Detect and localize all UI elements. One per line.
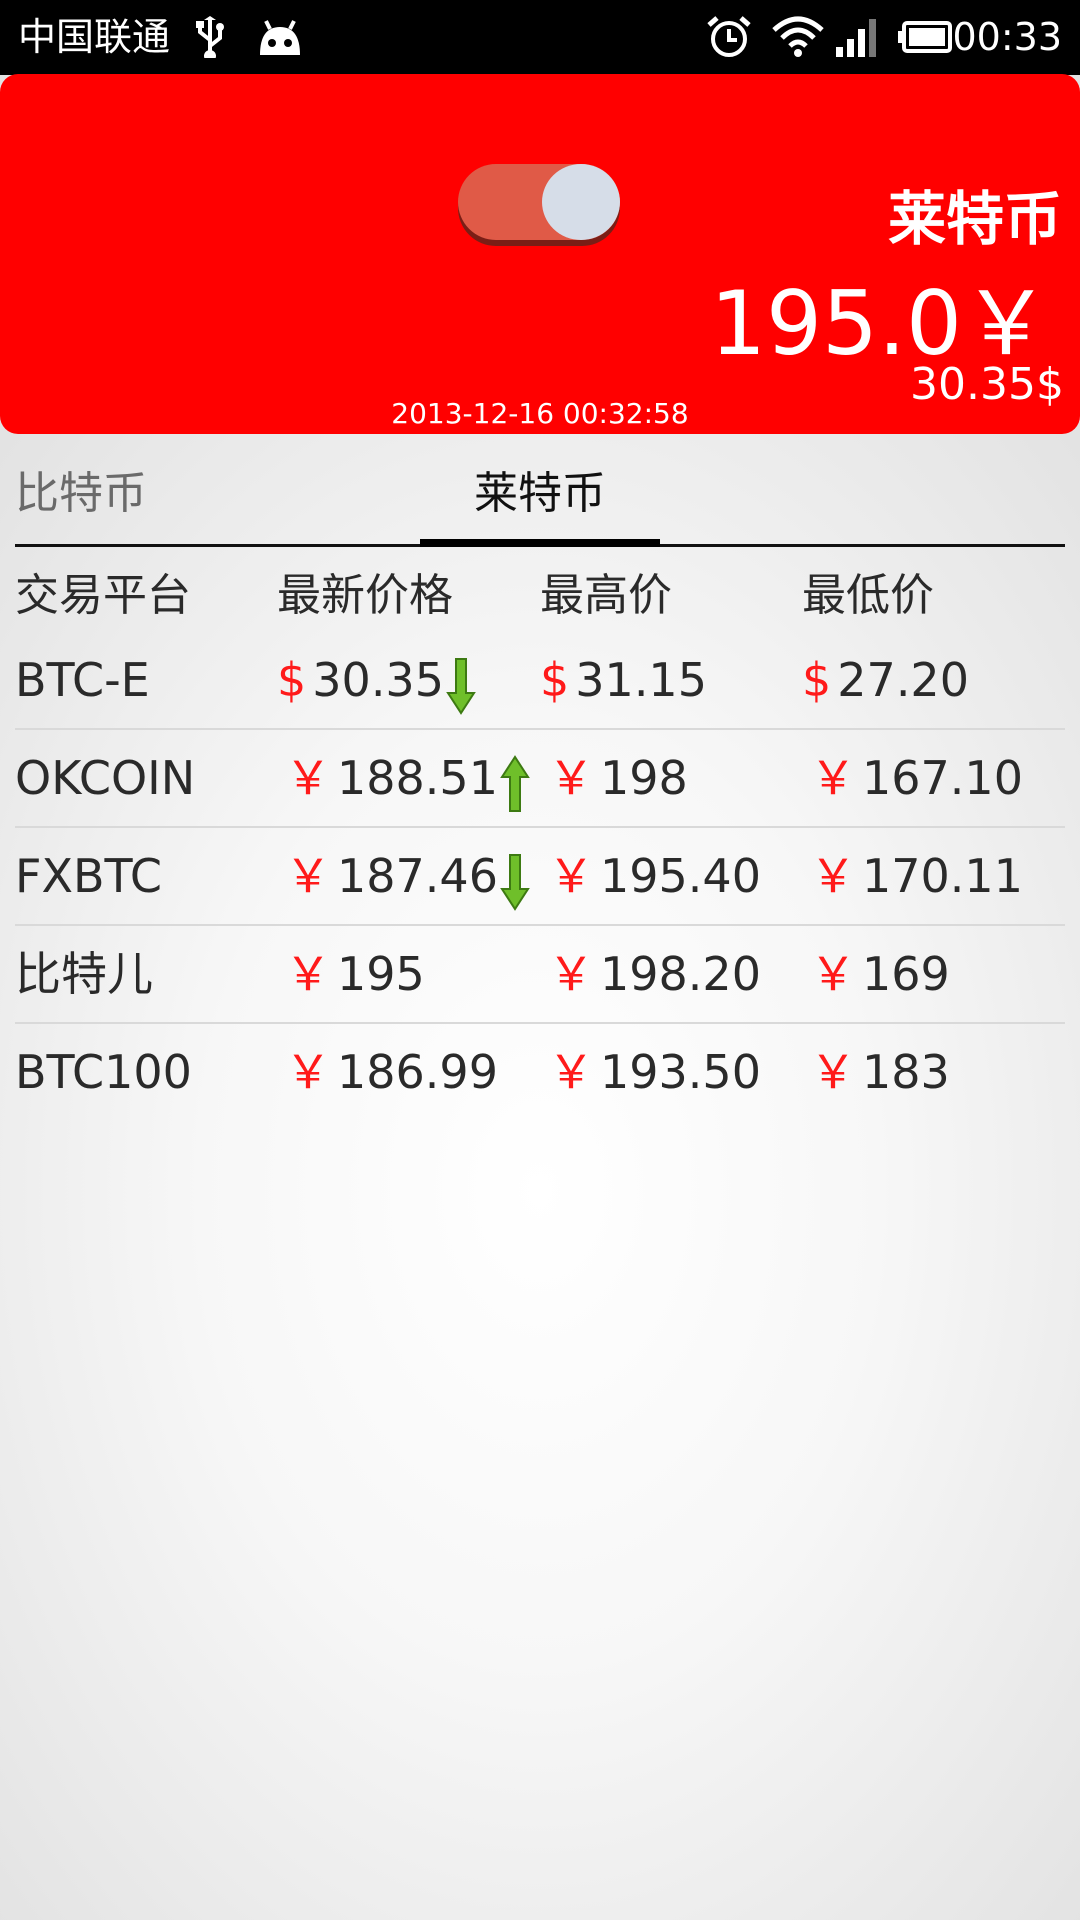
last-price: ￥ 195 xyxy=(277,926,425,1022)
last-price-value: 187.46 xyxy=(337,849,498,903)
platform-name: BTC100 xyxy=(15,1045,192,1099)
low-price-value: 183 xyxy=(862,1045,950,1099)
signal-icon xyxy=(834,14,880,60)
battery-icon xyxy=(898,14,952,60)
toggle-knob xyxy=(542,164,620,240)
high-price-value: 31.15 xyxy=(575,653,707,707)
low-price-value: 169 xyxy=(862,947,950,1001)
coin-name: 莱特币 xyxy=(887,185,1062,253)
low-price-value: 27.20 xyxy=(837,653,969,707)
last-price-value: 30.35 xyxy=(312,653,444,707)
table-row[interactable]: 比特儿 ￥ 195 ￥ 198.20 ￥ 169 xyxy=(15,926,1065,1024)
high-price: ￥ 198.20 xyxy=(540,926,761,1022)
last-price-value: 195 xyxy=(337,947,425,1001)
currency-symbol: $ xyxy=(277,653,307,707)
status-bar: 中国联通 00:33 xyxy=(0,0,1080,75)
column-header-high: 最高价 xyxy=(540,570,672,621)
clock: 00:33 xyxy=(952,15,1062,59)
currency-symbol: $ xyxy=(802,653,832,707)
high-price: $ 31.15 xyxy=(540,632,707,728)
high-price-value: 198 xyxy=(600,751,688,805)
platform-name: 比特儿 xyxy=(15,947,153,1001)
alarm-icon xyxy=(706,14,752,60)
wifi-icon xyxy=(772,14,824,60)
currency-symbol: ￥ xyxy=(285,849,331,903)
low-price-value: 170.11 xyxy=(862,849,1023,903)
table-row[interactable]: OKCOIN ￥ 188.51 ￥ 198 ￥ 167.10 xyxy=(15,730,1065,828)
low-price: ￥ 170.11 xyxy=(802,828,1023,924)
last-price-value: 188.51 xyxy=(337,751,498,805)
exchange-price-table: 交易平台 最新价格 最高价 最低价 BTC-E $ 30.35 $ 31.15 … xyxy=(15,560,1065,1120)
last-price: $ 30.35 xyxy=(277,632,476,728)
low-price: ￥ 167.10 xyxy=(802,730,1023,826)
tab-litecoin[interactable]: 莱特币 xyxy=(420,462,660,526)
high-price-value: 193.50 xyxy=(600,1045,761,1099)
updated-timestamp: 2013-12-16 00:32:58 xyxy=(391,397,689,430)
high-price: ￥ 193.50 xyxy=(540,1024,761,1120)
table-row[interactable]: BTC100 ￥ 186.99 ￥ 193.50 ￥ 183 xyxy=(15,1024,1065,1120)
column-header-platform: 交易平台 xyxy=(15,570,191,621)
currency-symbol: ￥ xyxy=(810,751,856,805)
high-price: ￥ 195.40 xyxy=(540,828,761,924)
low-price-value: 167.10 xyxy=(862,751,1023,805)
currency-symbol: ￥ xyxy=(810,947,856,1001)
active-tab-indicator xyxy=(420,539,660,547)
table-row[interactable]: BTC-E $ 30.35 $ 31.15 $ 27.20 xyxy=(15,632,1065,730)
android-icon xyxy=(254,14,306,60)
currency-symbol: ￥ xyxy=(285,1045,331,1099)
trend-down-icon xyxy=(500,847,530,911)
currency-symbol: ￥ xyxy=(810,849,856,903)
carrier-name: 中国联通 xyxy=(18,15,171,59)
coin-tabs: 比特币 莱特币 xyxy=(15,450,1065,547)
trend-down-icon xyxy=(446,651,476,715)
currency-toggle-switch[interactable] xyxy=(458,164,620,240)
high-price-value: 198.20 xyxy=(600,947,761,1001)
currency-symbol: ￥ xyxy=(548,849,594,903)
currency-symbol: ￥ xyxy=(810,1045,856,1099)
currency-symbol: ￥ xyxy=(548,947,594,1001)
low-price: ￥ 169 xyxy=(802,926,950,1022)
price-header-card: 莱特币 195.0￥ 30.35$ 2013-12-16 00:32:58 xyxy=(0,74,1080,434)
usb-icon xyxy=(192,14,228,60)
currency-symbol: $ xyxy=(540,653,570,707)
table-row[interactable]: FXBTC ￥ 187.46 ￥ 195.40 ￥ 170.11 xyxy=(15,828,1065,926)
low-price: $ 27.20 xyxy=(802,632,969,728)
platform-name: FXBTC xyxy=(15,849,163,903)
platform-name: BTC-E xyxy=(15,653,150,707)
last-price: ￥ 186.99 xyxy=(277,1024,498,1120)
currency-symbol: ￥ xyxy=(548,751,594,805)
column-header-last-price: 最新价格 xyxy=(277,570,453,621)
high-price-value: 195.40 xyxy=(600,849,761,903)
column-header-low: 最低价 xyxy=(802,570,934,621)
currency-symbol: ￥ xyxy=(285,751,331,805)
trend-up-icon xyxy=(500,749,530,812)
platform-name: OKCOIN xyxy=(15,751,196,805)
last-price: ￥ 187.46 xyxy=(277,828,530,924)
currency-symbol: ￥ xyxy=(285,947,331,1001)
last-price-value: 186.99 xyxy=(337,1045,498,1099)
high-price: ￥ 198 xyxy=(540,730,688,826)
table-header: 交易平台 最新价格 最高价 最低价 xyxy=(15,560,1065,632)
tab-bitcoin[interactable]: 比特币 xyxy=(15,462,147,526)
currency-symbol: ￥ xyxy=(548,1045,594,1099)
low-price: ￥ 183 xyxy=(802,1024,950,1120)
last-price: ￥ 188.51 xyxy=(277,730,530,826)
